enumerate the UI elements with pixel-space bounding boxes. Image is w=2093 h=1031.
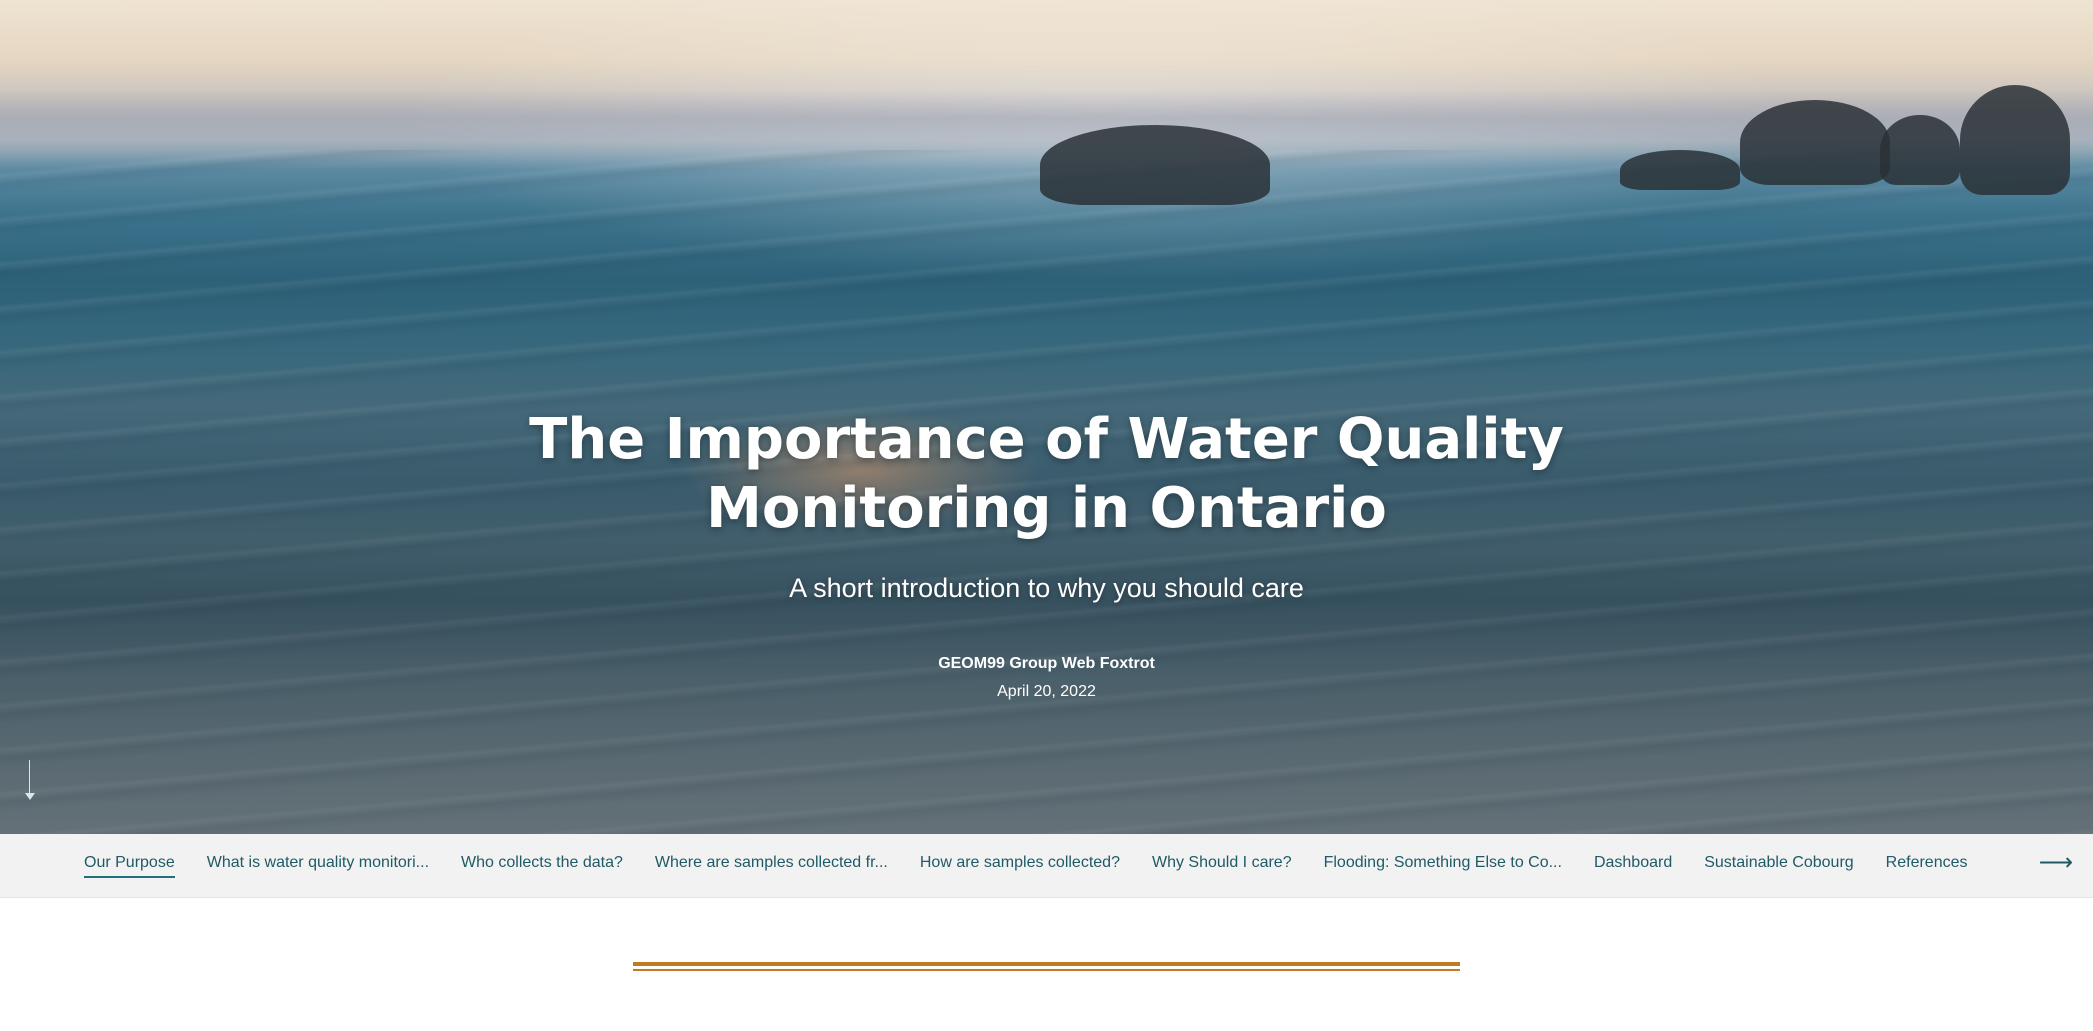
nav-item-flooding[interactable]: Flooding: Something Else to Co... — [1324, 854, 1562, 878]
nav-item-why-should-i-care[interactable]: Why Should I care? — [1152, 854, 1292, 878]
nav-item-where-are-samples-collected[interactable]: Where are samples collected fr... — [655, 854, 888, 878]
nav-item-who-collects-the-data[interactable]: Who collects the data? — [461, 854, 623, 878]
hero-banner: The Importance of Water Quality Monitori… — [0, 0, 2093, 834]
story-title-line-2: Monitoring in Ontario — [706, 476, 1387, 541]
story-navigation-bar: Our Purpose What is water quality monito… — [0, 834, 2093, 898]
nav-item-sustainable-cobourg[interactable]: Sustainable Cobourg — [1704, 854, 1853, 878]
arrow-down-icon[interactable] — [22, 760, 38, 804]
story-subtitle: A short introduction to why you should c… — [789, 573, 1304, 603]
story-title: The Importance of Water Quality Monitori… — [497, 405, 1597, 543]
arrow-right-icon[interactable]: ⟶ — [2039, 848, 2073, 876]
divider-line-thin — [633, 969, 1460, 971]
nav-item-dashboard[interactable]: Dashboard — [1594, 854, 1672, 878]
nav-item-references[interactable]: References — [1886, 854, 1968, 878]
section-divider — [633, 962, 1460, 972]
arrow-down-head — [25, 793, 35, 800]
nav-item-how-are-samples-collected[interactable]: How are samples collected? — [920, 854, 1120, 878]
arrow-down-shaft — [29, 760, 30, 796]
nav-item-our-purpose[interactable]: Our Purpose — [84, 854, 175, 878]
divider-line-thick — [633, 962, 1460, 966]
story-date: April 20, 2022 — [997, 683, 1096, 700]
nav-item-what-is-water-quality-monitoring[interactable]: What is water quality monitori... — [207, 854, 429, 878]
nav-list: Our Purpose What is water quality monito… — [84, 854, 2000, 878]
story-author: GEOM99 Group Web Foxtrot — [938, 655, 1155, 672]
hero-text: The Importance of Water Quality Monitori… — [0, 405, 2093, 701]
story-title-line-1: The Importance of Water Quality — [529, 407, 1564, 472]
